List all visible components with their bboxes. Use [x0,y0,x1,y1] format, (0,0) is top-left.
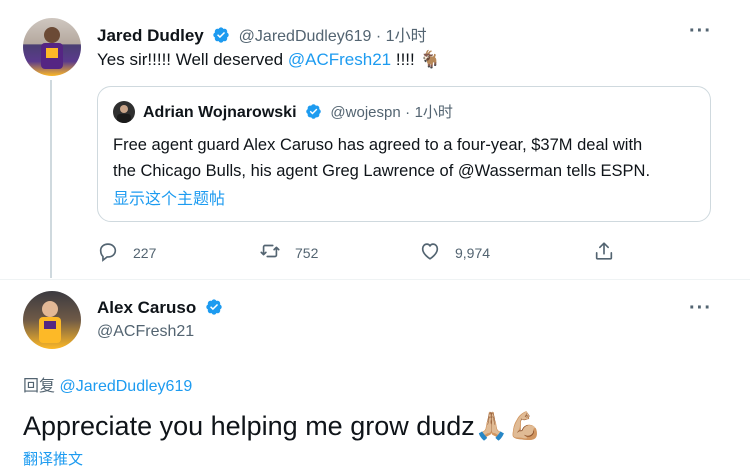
tweet-header: Jared Dudley @JaredDudley619 · 1小时 [97,22,427,49]
avatar-alex-caruso[interactable] [23,291,81,349]
reply-tweet-text: Appreciate you helping me grow dudz🙏🏼💪🏼 [23,410,542,442]
share-icon [593,240,629,265]
tweet-action-bar: 227 752 9,974 [97,240,657,266]
author-name[interactable]: Jared Dudley [97,26,204,45]
author-handle[interactable]: @ACFresh21 [97,323,194,341]
emoji-prayer-muscle: 🙏🏼💪🏼 [474,411,543,441]
mention-link[interactable]: @ACFresh21 [288,50,391,69]
tweet-divider [0,279,750,280]
reply-count: 227 [133,244,157,261]
quote-author-name: Adrian Wojnarowski [143,104,297,121]
translate-tweet-link[interactable]: 翻译推文 [23,448,83,469]
verified-badge-icon [305,103,322,125]
retweet-icon [259,240,295,265]
tweet-text-suffix: !!!! [391,50,420,69]
share-button[interactable] [593,240,629,265]
reply-label: 回复 [23,378,56,395]
reply-to-mention[interactable]: @JaredDudley619 [59,378,192,395]
tweet-text-prefix: Yes sir!!!!! Well deserved [97,50,288,69]
author-name[interactable]: Alex Caruso [97,298,196,317]
more-options-icon[interactable]: ··· [689,297,712,320]
thread-connector-line [50,80,52,278]
tweet-time[interactable]: 1小时 [386,28,427,45]
author-handle[interactable]: @JaredDudley619 [239,28,372,45]
retweet-count: 752 [295,244,319,261]
quote-text-line: the Chicago Bulls, his agent Greg Lawren… [113,162,651,180]
avatar-adrian-wojnarowski [113,101,135,123]
like-button[interactable]: 9,974 [419,240,490,265]
tweet-header: Alex Caruso [97,298,227,321]
retweet-button[interactable]: 752 [259,240,318,265]
more-options-icon[interactable]: ··· [689,20,712,43]
quote-author-handle: @wojespn [330,104,401,121]
show-thread-link[interactable]: 显示这个主题帖 [113,185,225,209]
goat-emoji: 🐐 [419,50,441,69]
separator-dot: · [405,104,411,121]
reply-text: Appreciate you helping me grow dudz [23,411,475,441]
reply-icon [97,240,133,265]
like-count: 9,974 [455,244,491,261]
verified-badge-icon [205,298,223,321]
avatar-jared-dudley[interactable] [23,18,81,76]
reply-button[interactable]: 227 [97,240,156,265]
heart-icon [419,240,455,265]
reply-context: 回复 @JaredDudley619 [23,372,192,396]
tweet-text: Yes sir!!!!! Well deserved @ACFresh21 !!… [97,50,441,70]
verified-badge-icon [212,26,230,49]
quote-text: Free agent guard Alex Caruso has agreed … [113,132,650,184]
quote-header: Adrian Wojnarowski @wojespn · 1小时 [143,101,453,125]
separator-dot: · [375,28,382,45]
quote-time: 1小时 [414,104,453,121]
quoted-tweet-card[interactable]: Adrian Wojnarowski @wojespn · 1小时 Free a… [97,86,711,222]
quote-text-line: Free agent guard Alex Caruso has agreed … [113,136,643,154]
